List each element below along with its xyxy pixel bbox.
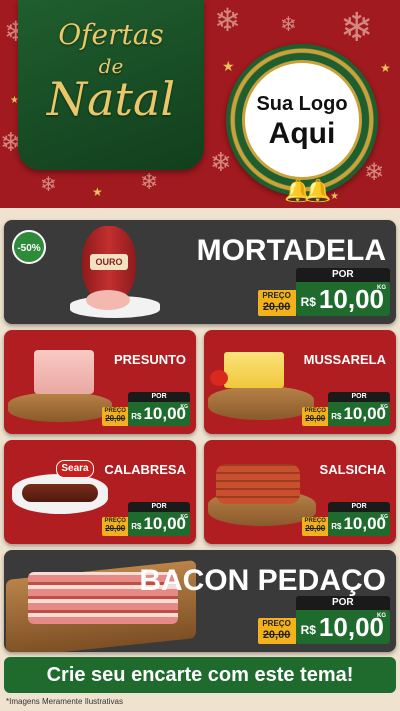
star-icon: ★ [92, 185, 103, 199]
old-price-box: PREÇO 20,00 [302, 517, 329, 536]
old-price-box: PREÇO 20,00 [102, 517, 129, 536]
unit: KG [380, 514, 389, 520]
new-price-box: POR R$ 10,00 KG [295, 268, 390, 316]
old-price: 20,00 [262, 629, 291, 641]
mortadela-slices-image [86, 290, 130, 310]
old-price-box: PREÇO 20,00 [257, 290, 296, 316]
mussarela-image [224, 352, 284, 388]
old-price-box: PREÇO 20,00 [102, 407, 129, 426]
board-image [8, 392, 112, 422]
brand-label: OURO [90, 254, 128, 270]
por-label: POR [295, 596, 390, 610]
product-name: SALSICHA [319, 462, 386, 477]
product-name: BACON PEDAÇO [139, 564, 386, 597]
old-price-box: PREÇO 20,00 [257, 618, 296, 644]
old-price: 20,00 [262, 301, 291, 313]
old-price-label: PREÇO [262, 619, 291, 628]
snowflake-icon: ❄ [40, 172, 57, 196]
por-label: POR [328, 392, 390, 402]
currency: R$ [300, 295, 316, 309]
unit: KG [380, 404, 389, 410]
new-price: 10,00 [318, 283, 384, 314]
por-label: POR [328, 502, 390, 512]
unit: KG [377, 285, 386, 291]
old-price: 20,00 [305, 414, 326, 423]
snowflake-icon: ❄ [364, 158, 385, 186]
por-label: POR [128, 502, 190, 512]
new-price-box: POR R$ 10,00 KG [128, 502, 190, 536]
seara-logo: Seara [56, 460, 94, 478]
unit: KG [377, 613, 386, 619]
salsicha-image [216, 464, 300, 504]
title-line3: Natal [46, 72, 176, 126]
logo-placeholder: Sua Logo Aqui [242, 60, 362, 180]
logo-line1: Sua Logo [256, 93, 348, 115]
new-price-box: POR R$ 10,00 KG [328, 502, 390, 536]
por-label: POR [128, 392, 190, 402]
board-image [208, 386, 314, 420]
title-line1: Ofertas [58, 18, 164, 51]
product-card-mortadela[interactable]: -50% OURO MORTADELA PREÇO 20,00 POR R$ 1… [4, 220, 396, 324]
discount-badge: -50% [12, 230, 46, 264]
presunto-image [34, 350, 94, 394]
por-label: POR [295, 268, 390, 282]
cta-banner[interactable]: Crie seu encarte com este tema! [4, 657, 396, 693]
price-tag: PREÇO 20,00 POR R$ 10,00 KG [102, 502, 190, 536]
product-card-calabresa[interactable]: Seara CALABRESA PREÇO 20,00 POR R$ 10,00… [4, 440, 196, 544]
currency: R$ [331, 521, 342, 531]
christmas-header: ❄ ❄ ❄ ❄ ❄ ❄ ❄ ❄ ❄ ★ ★ ★ ★ ★ Ofertas de N… [0, 0, 400, 208]
star-icon: ★ [222, 59, 235, 75]
footer-disclaimer: *Imagens Meramente Ilustrativas [6, 697, 123, 706]
new-price-box: POR R$ 10,00 KG [128, 392, 190, 426]
snowflake-icon: ❄ [140, 170, 159, 195]
logo-wreath: Sua Logo Aqui [226, 44, 378, 196]
calabresa-image [22, 484, 98, 502]
new-price-box: POR R$ 10,00 KG [328, 392, 390, 426]
old-price-box: PREÇO 20,00 [302, 407, 329, 426]
product-name: MUSSARELA [303, 352, 386, 367]
product-card-mussarela[interactable]: MUSSARELA PREÇO 20,00 POR R$ 10,00 KG [204, 330, 396, 434]
new-price-box: POR R$ 10,00 KG [295, 596, 390, 644]
price-tag: PREÇO 20,00 POR R$ 10,00 KG [257, 596, 390, 644]
product-card-salsicha[interactable]: SALSICHA PREÇO 20,00 POR R$ 10,00 KG [204, 440, 396, 544]
old-price: 20,00 [105, 414, 126, 423]
product-card-bacon[interactable]: BACON PEDAÇO PREÇO 20,00 POR R$ 10,00 KG [4, 550, 396, 652]
unit: KG [180, 514, 189, 520]
snowflake-icon: ❄ [280, 12, 297, 36]
snowflake-icon: ❄ [340, 5, 374, 51]
price-tag: PREÇO 20,00 POR R$ 10,00 KG [102, 392, 190, 426]
currency: R$ [300, 623, 316, 637]
logo-line2: Aqui [268, 117, 336, 150]
new-price: 10,00 [318, 611, 384, 642]
product-card-presunto[interactable]: PRESUNTO PREÇO 20,00 POR R$ 10,00 KG [4, 330, 196, 434]
star-icon: ★ [380, 61, 391, 75]
currency: R$ [131, 521, 142, 531]
bell-icon: 🔔 [304, 178, 332, 203]
currency: R$ [131, 411, 142, 421]
product-name: PRESUNTO [114, 352, 186, 367]
unit: KG [180, 404, 189, 410]
product-name: MORTADELA [196, 234, 386, 267]
product-name: CALABRESA [104, 462, 186, 477]
title-panel: Ofertas de Natal [18, 0, 204, 170]
currency: R$ [331, 411, 342, 421]
snowflake-icon: ❄ [214, 1, 241, 39]
price-tag: PREÇO 20,00 POR R$ 10,00 KG [257, 268, 390, 316]
price-tag: PREÇO 20,00 POR R$ 10,00 KG [302, 392, 390, 426]
old-price: 20,00 [105, 524, 126, 533]
snowflake-icon: ❄ [210, 148, 232, 178]
price-tag: PREÇO 20,00 POR R$ 10,00 KG [302, 502, 390, 536]
old-price-label: PREÇO [262, 291, 291, 300]
tomato-image [210, 370, 228, 386]
old-price: 20,00 [305, 524, 326, 533]
